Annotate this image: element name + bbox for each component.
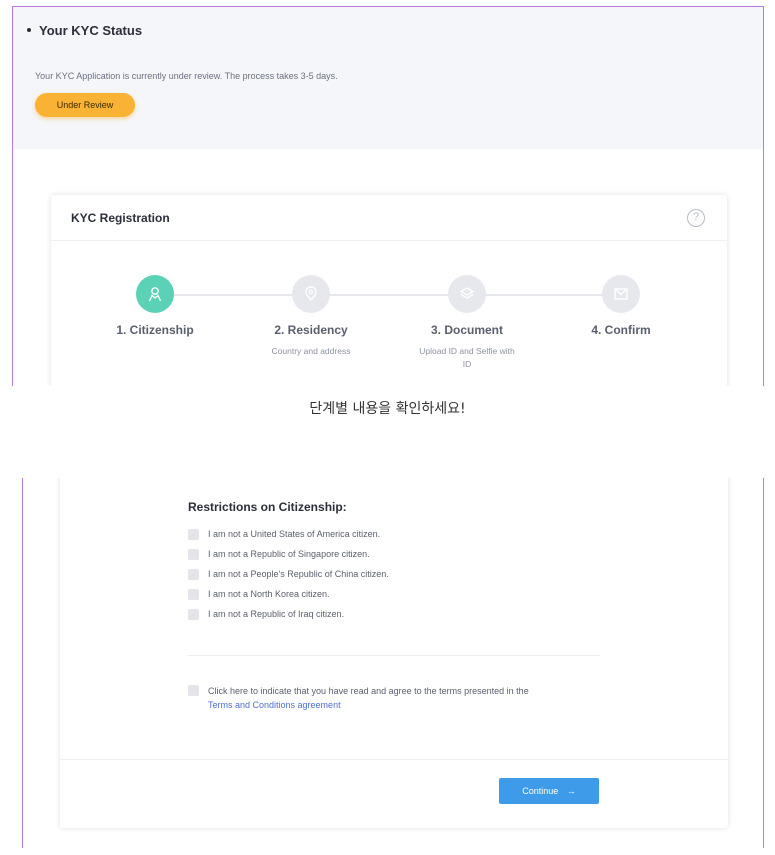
restriction-label: I am not a Republic of Iraq citizen. [208, 609, 345, 619]
step-description: Country and address [271, 346, 351, 356]
list-item[interactable]: I am not a United States of America citi… [188, 524, 389, 544]
kyc-status-section: Your KYC Status Your KYC Application is … [13, 7, 763, 149]
layers-icon [448, 275, 486, 313]
kyc-status-title: Your KYC Status [39, 23, 143, 38]
restrictions-list: I am not a United States of America citi… [188, 524, 389, 624]
restriction-label: I am not a North Korea citizen. [208, 589, 330, 599]
list-item[interactable]: I am not a North Korea citizen. [188, 584, 389, 604]
step-label: 1. Citizenship [116, 323, 194, 337]
restriction-label: I am not a United States of America citi… [208, 529, 381, 539]
terms-agreement-row[interactable]: Click here to indicate that you have rea… [188, 684, 529, 712]
kyc-status-screenshot: Your KYC Status Your KYC Application is … [12, 6, 764, 386]
mail-icon [602, 275, 640, 313]
step-confirm[interactable]: 4. Confirm [551, 275, 691, 337]
step-label: 4. Confirm [591, 323, 651, 337]
terms-checkbox[interactable] [188, 685, 199, 696]
kyc-card-header: KYC Registration ? [51, 195, 727, 241]
restriction-checkbox[interactable] [188, 588, 199, 600]
terms-link[interactable]: Terms and Conditions agreement [208, 698, 529, 712]
restriction-checkbox[interactable] [188, 608, 199, 620]
restriction-label: I am not a Republic of Singapore citizen… [208, 549, 370, 559]
step-citizenship[interactable]: 1. Citizenship [85, 275, 225, 337]
step-document[interactable]: 3. Document Upload ID and Selfie with ID [397, 275, 537, 371]
continue-button[interactable]: Continue → [499, 778, 599, 804]
step-description: Upload ID and Selfie with ID [419, 346, 515, 369]
restriction-checkbox[interactable] [188, 528, 199, 540]
citizenship-form-card: Restrictions on Citizenship: I am not a … [60, 478, 728, 828]
kyc-registration-card: KYC Registration ? 1. Citizenship 2. Res… [51, 195, 727, 386]
kyc-stepper: 1. Citizenship 2. Residency Country and … [51, 275, 727, 386]
step-residency[interactable]: 2. Residency Country and address [241, 275, 381, 358]
user-icon [136, 275, 174, 313]
terms-text: Click here to indicate that you have rea… [208, 686, 529, 696]
kyc-registration-title: KYC Registration [71, 211, 170, 225]
step-caption: 단계별 내용을 확인하세요! [309, 401, 466, 417]
list-item[interactable]: I am not a Republic of Iraq citizen. [188, 604, 389, 624]
location-icon [292, 275, 330, 313]
citizenship-form-screenshot: Restrictions on Citizenship: I am not a … [22, 478, 764, 848]
continue-label: Continue [522, 786, 559, 796]
footer-divider [60, 759, 728, 760]
kyc-status-heading: Your KYC Status [27, 23, 142, 38]
restriction-checkbox[interactable] [188, 568, 199, 580]
restriction-label: I am not a People's Republic of China ci… [208, 569, 389, 579]
restriction-checkbox[interactable] [188, 548, 199, 560]
list-item[interactable]: I am not a People's Republic of China ci… [188, 564, 389, 584]
kyc-status-description: Your KYC Application is currently under … [35, 71, 338, 81]
help-icon[interactable]: ? [687, 209, 705, 227]
terms-text-block: Click here to indicate that you have rea… [208, 684, 529, 712]
step-label: 2. Residency [274, 323, 348, 337]
section-divider [188, 655, 600, 656]
step-label: 3. Document [430, 323, 503, 337]
restrictions-title: Restrictions on Citizenship: [188, 500, 347, 514]
list-item[interactable]: I am not a Republic of Singapore citizen… [188, 544, 389, 564]
bullet-icon [27, 27, 31, 32]
arrow-right-icon: → [566, 786, 576, 796]
under-review-badge[interactable]: Under Review [35, 93, 135, 117]
